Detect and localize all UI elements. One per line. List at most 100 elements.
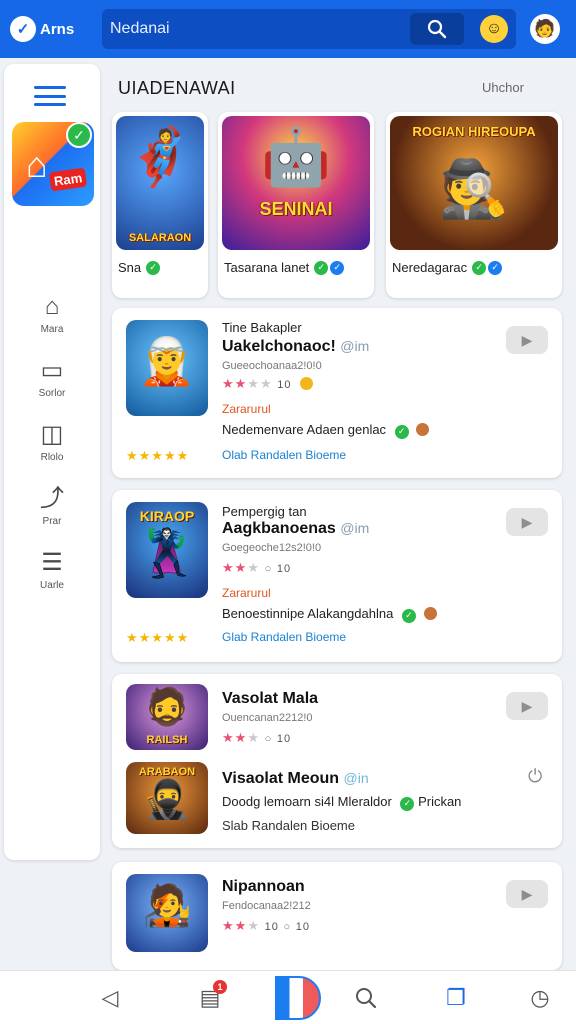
avatar-icon: 🧑: [534, 19, 556, 38]
app-logo[interactable]: ✓ Arns: [10, 16, 102, 42]
back-button[interactable]: ◁: [80, 971, 140, 1024]
sidebar-item-list[interactable]: ☰ Uarle: [4, 548, 100, 591]
sidebar-item-label: Uarle: [40, 580, 64, 591]
gallery-icon: ◫: [40, 421, 64, 448]
app-footer-link[interactable]: Glab Randalen Bioeme: [222, 630, 346, 644]
rating-prefix: 10: [264, 921, 279, 933]
app-title: Nipannoan: [222, 878, 305, 895]
app-pre-title: Pempergig tan: [222, 504, 307, 519]
check-icon: ✓: [66, 122, 92, 148]
play-button[interactable]: ▶: [506, 326, 548, 354]
app-title-suffix: @im: [340, 520, 370, 536]
app-description-extra: Prickan: [418, 794, 462, 809]
app-card[interactable]: 🧑‍🎤 Nipannoan Fendocanaa2!212 ★★★ 10 ○ 1…: [112, 862, 562, 970]
menu-icon[interactable]: [32, 82, 68, 110]
rating-count-value: 10: [276, 733, 292, 745]
tile-artwork: 🤖 SENINAI: [222, 116, 370, 250]
coin-icon: [300, 377, 314, 390]
sidebar-item-gallery[interactable]: ◫ Rlolo: [4, 420, 100, 463]
app-thumbnail: 🧔 RAILSH: [126, 684, 208, 750]
inbox-button[interactable]: ▤ 1: [180, 971, 240, 1024]
featured-tile[interactable]: 🤖 SENINAI Tasarana lanet ✓ ✓: [218, 112, 374, 298]
sidebar-item-folder[interactable]: ▭ Sorlor: [4, 356, 100, 399]
app-description-text: Benoestinnipe Alakangdahlna: [222, 606, 394, 621]
coin-icon: [423, 607, 437, 620]
verified-icon: ✓: [400, 796, 415, 811]
sidebar-item-home[interactable]: ⌂ Mara: [4, 292, 100, 335]
sidebar-item-share[interactable]: ⤴ Prar: [4, 484, 100, 527]
search-button[interactable]: [410, 13, 464, 45]
app-art: 🧝: [138, 335, 196, 387]
app-tag: Zararurul: [222, 586, 271, 600]
tile-name: Neredagarac ✓ ✓: [392, 260, 503, 275]
copy-button[interactable]: ❐: [426, 971, 486, 1024]
sidebar-item-label: Rlolo: [40, 452, 64, 463]
verified-icon: ✓: [472, 260, 487, 275]
star-rating-icon: ★★★★★: [126, 630, 190, 645]
app-footer-link[interactable]: Slab Randalen Bioeme: [222, 818, 355, 833]
logo-icon: ✓: [10, 16, 36, 42]
sidebar-item-label: Mara: [40, 324, 64, 335]
app-footer-link[interactable]: Olab Randalen Bioeme: [222, 448, 346, 462]
back-icon: ◁: [101, 985, 119, 1010]
smiley-icon[interactable]: ☺: [480, 15, 508, 43]
app-thumbnail[interactable]: 🥷 ARABAON: [126, 762, 208, 834]
app-title[interactable]: Visaolat Meoun @in: [222, 770, 369, 788]
play-button[interactable]: ▶: [506, 692, 548, 720]
app-thumbnail: 🦹 KIRAOP: [126, 502, 208, 598]
history-button[interactable]: ◷: [510, 971, 570, 1024]
app-rating: ★★★ ○ 10: [222, 730, 292, 745]
app-rating: ★★★ ○ 10: [222, 560, 292, 575]
play-button[interactable]: ▶: [506, 880, 548, 908]
app-title: Aagkbanoenas @im: [222, 520, 369, 538]
home-button[interactable]: [268, 971, 328, 1024]
section-see-all-link[interactable]: Uhchor: [482, 80, 524, 95]
app-rating: ★★★★ 10: [222, 376, 314, 392]
info-icon: ✓: [488, 260, 503, 275]
app-art: 🧔: [144, 686, 190, 727]
tile-art: 🤖: [261, 125, 331, 188]
app-title-text: Aagkbanoenas: [222, 520, 336, 537]
sidebar: ⌂ Ram ✓ ⌂ Mara ▭ Sorlor ◫ Rlolo ⤴ Prar ☰…: [4, 64, 100, 860]
featured-tile[interactable]: 🦸 SALARAON Sna ✓: [112, 112, 208, 298]
app-title-text: Uakelchonaoc!: [222, 338, 336, 355]
app-subtitle: Ouencanan2212!0: [222, 712, 313, 724]
featured-tile[interactable]: 🕵️ ROGIAN HIREOUPA Neredagarac ✓ ✓: [386, 112, 562, 298]
tile-artwork: 🕵️ ROGIAN HIREOUPA: [390, 116, 558, 250]
rating-count-value: 10: [295, 921, 310, 933]
power-icon[interactable]: ⏻: [528, 766, 542, 787]
avatar[interactable]: 🧑: [530, 14, 560, 44]
app-art-title: KIRAOP: [139, 508, 195, 524]
tile-name-text: Tasarana lanet: [224, 260, 310, 275]
clock-icon: ◷: [530, 985, 550, 1010]
app-art-title: ARABAON: [138, 766, 196, 778]
house-icon: ⌂: [26, 144, 48, 185]
search-input[interactable]: [110, 20, 420, 38]
play-button[interactable]: ▶: [506, 508, 548, 536]
search-box: ☺: [102, 9, 516, 49]
app-card[interactable]: 🧝 Tine Bakapler Uakelchonaoc! @im Gueeoc…: [112, 308, 562, 478]
app-description: Doodg lemoarn si4l Mleraldor ✓ Prickan: [222, 794, 461, 811]
app-pre-title: Tine Bakapler: [222, 320, 302, 335]
verified-icon: ✓: [394, 424, 409, 439]
tile-name: Sna ✓: [118, 260, 161, 275]
tile-art: 🕵️: [439, 157, 509, 220]
verified-icon: ✓: [314, 260, 329, 275]
verified-icon: ✓: [401, 608, 416, 623]
featured-tag: Ram: [48, 167, 88, 192]
tile-art-title: SENINAI: [259, 199, 333, 219]
search-nav-button[interactable]: [336, 971, 396, 1024]
app-thumbnail: 🧑‍🎤: [126, 874, 208, 952]
app-subtitle: Fendocanaa2!212: [222, 900, 311, 912]
app-art: 🧑‍🎤: [142, 884, 192, 928]
coin-icon: [416, 423, 430, 436]
app-card[interactable]: 🦹 KIRAOP Pempergig tan Aagkbanoenas @im …: [112, 490, 562, 662]
app-description-text: Doodg lemoarn si4l Mleraldor: [222, 794, 392, 809]
app-title-text: Visaolat Meoun: [222, 770, 340, 787]
sidebar-item-label: Prar: [42, 516, 62, 527]
app-description-text: Nedemenvare Adaen genlac: [222, 422, 387, 437]
tile-name-text: Sna: [118, 260, 142, 275]
home-icon: ⌂: [44, 293, 60, 320]
app-rating: ★★★ 10 ○ 10: [222, 918, 310, 933]
app-art-title: RAILSH: [146, 734, 188, 746]
